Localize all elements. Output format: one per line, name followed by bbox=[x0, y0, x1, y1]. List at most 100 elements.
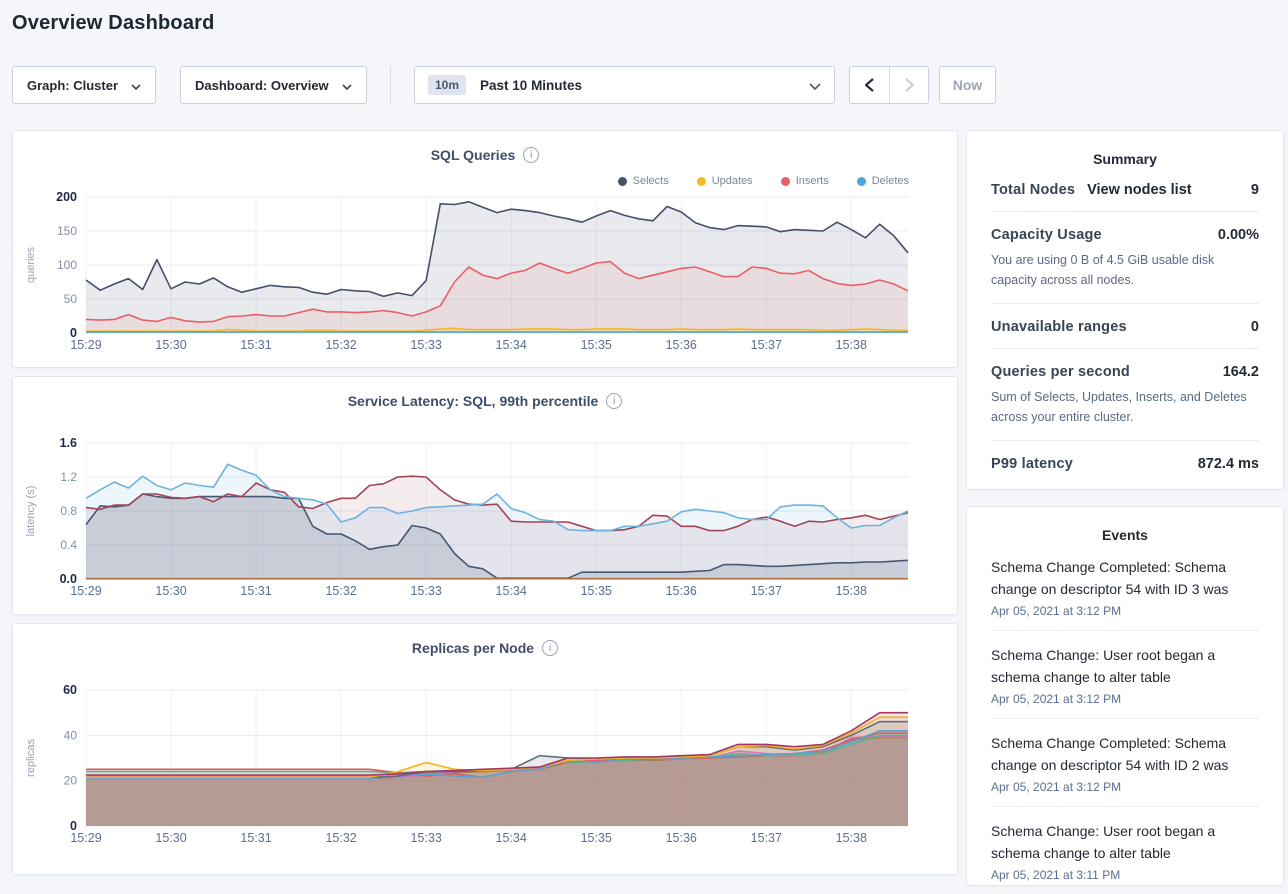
summary-panel: Summary Total Nodes View nodes list 9 Ca… bbox=[966, 130, 1284, 490]
total-nodes-value: 9 bbox=[1251, 182, 1259, 198]
qps-label: Queries per second bbox=[991, 364, 1130, 380]
legend-label: Updates bbox=[712, 175, 753, 187]
svg-text:0: 0 bbox=[70, 326, 77, 340]
p99-latency-value: 872.4 ms bbox=[1198, 456, 1259, 472]
svg-text:15:32: 15:32 bbox=[325, 584, 356, 598]
legend-dot bbox=[857, 177, 866, 186]
event-timestamp: Apr 05, 2021 at 3:12 PM bbox=[991, 780, 1259, 794]
event-list-item: Schema Change: User root began a schema … bbox=[991, 630, 1259, 718]
svg-text:15:31: 15:31 bbox=[240, 338, 271, 352]
total-nodes-label: Total Nodes bbox=[991, 182, 1075, 198]
capacity-usage-description: You are using 0 B of 4.5 GiB usable disk… bbox=[991, 250, 1259, 290]
event-message: Schema Change Completed: Schema change o… bbox=[991, 732, 1259, 776]
unavailable-ranges-value: 0 bbox=[1251, 319, 1259, 335]
svg-text:200: 200 bbox=[56, 190, 77, 204]
svg-text:0.8: 0.8 bbox=[60, 504, 77, 518]
capacity-usage-value: 0.00% bbox=[1218, 227, 1259, 243]
event-list-item: Schema Change Completed: Schema change o… bbox=[991, 718, 1259, 806]
time-step-buttons bbox=[849, 66, 929, 104]
event-list-item: Schema Change: User root began a schema … bbox=[991, 806, 1259, 894]
svg-text:15:30: 15:30 bbox=[155, 831, 186, 845]
event-timestamp: Apr 05, 2021 at 3:11 PM bbox=[991, 868, 1259, 882]
time-range-selector[interactable]: 10m Past 10 Minutes bbox=[414, 66, 835, 104]
legend-label: Inserts bbox=[796, 175, 829, 187]
svg-text:15:31: 15:31 bbox=[240, 831, 271, 845]
chevron-down-icon bbox=[809, 78, 821, 93]
graph-scope-label: Graph: Cluster bbox=[27, 78, 118, 93]
legend-dot bbox=[697, 177, 706, 186]
sql-queries-card: SQL Queries i Selects Updates Inserts De… bbox=[12, 130, 958, 368]
svg-text:0.0: 0.0 bbox=[60, 572, 77, 586]
summary-row-p99-latency: P99 latency 872.4 ms bbox=[991, 440, 1259, 485]
svg-text:0: 0 bbox=[70, 819, 77, 833]
svg-text:1.2: 1.2 bbox=[60, 470, 77, 484]
time-next-button[interactable] bbox=[889, 67, 928, 103]
svg-text:15:30: 15:30 bbox=[155, 584, 186, 598]
replicas-title: Replicas per Node bbox=[412, 640, 534, 656]
legend-dot bbox=[781, 177, 790, 186]
svg-text:150: 150 bbox=[57, 224, 77, 238]
graph-scope-dropdown[interactable]: Graph: Cluster bbox=[12, 66, 156, 104]
svg-text:15:35: 15:35 bbox=[581, 584, 612, 598]
svg-text:50: 50 bbox=[64, 292, 78, 306]
svg-text:15:31: 15:31 bbox=[240, 584, 271, 598]
svg-text:15:32: 15:32 bbox=[325, 338, 356, 352]
svg-text:20: 20 bbox=[64, 774, 78, 788]
page-title: Overview Dashboard bbox=[12, 12, 215, 35]
svg-text:15:36: 15:36 bbox=[666, 338, 697, 352]
legend-item-selects: Selects bbox=[618, 175, 669, 187]
p99-latency-label: P99 latency bbox=[991, 456, 1073, 472]
svg-text:40: 40 bbox=[64, 728, 78, 742]
svg-text:15:29: 15:29 bbox=[70, 584, 101, 598]
svg-text:15:34: 15:34 bbox=[496, 831, 527, 845]
svg-text:15:37: 15:37 bbox=[751, 584, 782, 598]
dashboard-dropdown[interactable]: Dashboard: Overview bbox=[180, 66, 367, 104]
unavailable-ranges-label: Unavailable ranges bbox=[991, 319, 1127, 335]
summary-row-unavailable-ranges: Unavailable ranges 0 bbox=[991, 303, 1259, 348]
legend-label: Deletes bbox=[872, 175, 909, 187]
info-icon[interactable]: i bbox=[542, 640, 558, 656]
now-button[interactable]: Now bbox=[939, 66, 996, 104]
event-timestamp: Apr 05, 2021 at 3:12 PM bbox=[991, 692, 1259, 706]
service-latency-card: Service Latency: SQL, 99th percentile i … bbox=[12, 376, 958, 615]
dashboard-controls: Graph: Cluster Dashboard: Overview 10m P… bbox=[12, 66, 996, 104]
event-list-item: Schema Change Completed: Schema change o… bbox=[991, 543, 1259, 630]
dashboard-dropdown-label: Dashboard: Overview bbox=[195, 78, 329, 93]
sql-queries-title: SQL Queries bbox=[431, 147, 516, 163]
svg-text:queries: queries bbox=[25, 246, 37, 283]
svg-text:100: 100 bbox=[57, 258, 77, 272]
time-range-label: Past 10 Minutes bbox=[480, 78, 582, 93]
summary-row-capacity: Capacity Usage 0.00% You are using 0 B o… bbox=[991, 211, 1259, 303]
svg-text:15:38: 15:38 bbox=[836, 831, 867, 845]
events-title: Events bbox=[967, 527, 1283, 543]
sql-queries-chart[interactable]: 15:2915:3015:3115:3215:3315:3415:3515:36… bbox=[20, 187, 954, 362]
svg-text:15:34: 15:34 bbox=[496, 584, 527, 598]
sql-queries-legend: Selects Updates Inserts Deletes bbox=[618, 175, 909, 187]
svg-text:15:33: 15:33 bbox=[410, 584, 441, 598]
chevron-down-icon bbox=[342, 78, 352, 93]
svg-text:15:37: 15:37 bbox=[751, 338, 782, 352]
svg-text:0.4: 0.4 bbox=[60, 538, 77, 552]
svg-text:60: 60 bbox=[63, 683, 77, 697]
event-message: Schema Change: User root began a schema … bbox=[991, 820, 1259, 864]
svg-text:15:36: 15:36 bbox=[666, 831, 697, 845]
info-icon[interactable]: i bbox=[523, 147, 539, 163]
svg-text:15:29: 15:29 bbox=[70, 338, 101, 352]
event-message: Schema Change Completed: Schema change o… bbox=[991, 556, 1259, 600]
qps-description: Sum of Selects, Updates, Inserts, and De… bbox=[991, 387, 1259, 427]
summary-row-total-nodes: Total Nodes View nodes list 9 bbox=[991, 167, 1259, 211]
svg-text:15:35: 15:35 bbox=[581, 338, 612, 352]
svg-text:15:30: 15:30 bbox=[155, 338, 186, 352]
event-timestamp: Apr 05, 2021 at 3:12 PM bbox=[991, 604, 1259, 618]
svg-text:15:35: 15:35 bbox=[581, 831, 612, 845]
qps-value: 164.2 bbox=[1223, 364, 1259, 380]
legend-dot bbox=[618, 177, 627, 186]
info-icon[interactable]: i bbox=[606, 393, 622, 409]
replicas-per-node-chart[interactable]: 15:2915:3015:3115:3215:3315:3415:3515:36… bbox=[20, 680, 954, 855]
view-nodes-list-link[interactable]: View nodes list bbox=[1087, 182, 1192, 198]
time-prev-button[interactable] bbox=[850, 67, 889, 103]
svg-text:15:33: 15:33 bbox=[410, 831, 441, 845]
event-message: Schema Change: User root began a schema … bbox=[991, 644, 1259, 688]
service-latency-chart[interactable]: 15:2915:3015:3115:3215:3315:3415:3515:36… bbox=[20, 433, 954, 608]
legend-item-inserts: Inserts bbox=[781, 175, 829, 187]
